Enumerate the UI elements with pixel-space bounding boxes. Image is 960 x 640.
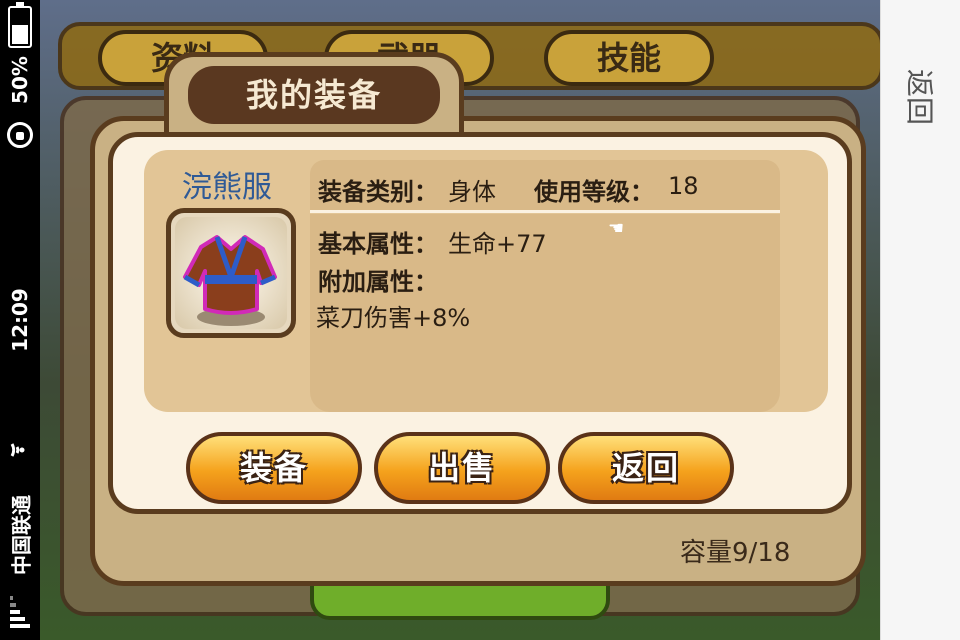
status-time: 12:09 [8,288,32,352]
equip-button[interactable]: 装备 [186,432,362,504]
back-button[interactable]: 返回 [558,432,734,504]
pointer-hand-icon: ☚ [608,218,625,239]
extra-attribute-value: 菜刀伤害+8% [316,304,471,332]
dialog-title: 我的装备 [188,66,440,124]
game-screen: 资料 武器 技能 返回 我的装备 容量9/18 浣熊服 装备类别： 身体 使用等… [40,0,880,640]
tab-skills[interactable]: 技能 [544,30,714,86]
battery-icon [8,2,32,48]
rotation-lock-icon [7,122,33,148]
category-value: 身体 [448,178,496,206]
item-name: 浣熊服 [182,170,272,205]
side-back-panel[interactable]: 返回 [880,0,960,640]
level-label: 使用等级： [534,178,654,206]
side-back-label[interactable]: 返回 [901,69,941,125]
category-label: 装备类别： [318,178,438,206]
battery-percent: 50% [8,56,32,104]
extra-attribute-label: 附加属性： [318,268,438,296]
inventory-capacity: 容量9/18 [680,538,791,568]
base-attribute-value: 生命+77 [448,230,547,258]
status-bar: 50% 12:09 中国联通 [0,0,40,640]
raccoon-robe-icon [183,235,277,326]
signal-strength-icon [10,596,30,628]
wifi-icon [10,443,25,457]
level-value: 18 [668,172,699,200]
sell-button[interactable]: 出售 [374,432,550,504]
item-image [166,208,296,338]
base-attribute-label: 基本属性： [318,230,438,258]
carrier-name: 中国联通 [9,495,34,575]
